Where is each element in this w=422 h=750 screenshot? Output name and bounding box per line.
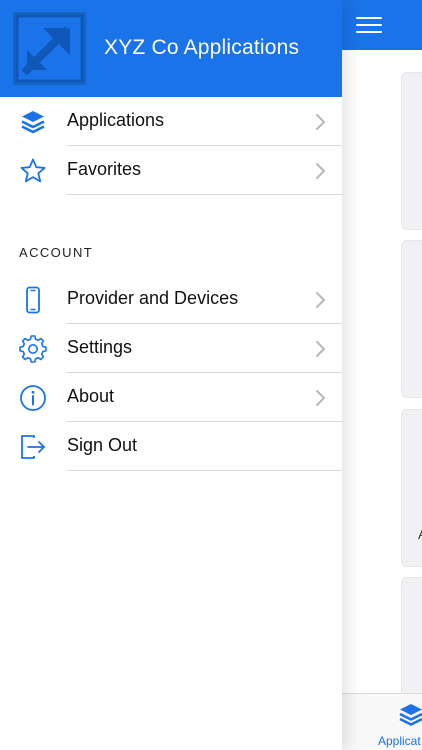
sign-out-icon (21, 435, 45, 459)
side-drawer: XYZ Co Applications Applications Favorit… (0, 0, 342, 750)
layers-icon (399, 704, 422, 726)
menu-item-favorites[interactable]: Favorites (0, 146, 342, 195)
app-logo-icon (13, 12, 86, 85)
star-icon (20, 158, 46, 183)
chevron-right-icon (316, 341, 325, 357)
menu-item-label: About (67, 386, 115, 406)
card-text-fragment: A (418, 526, 422, 542)
chevron-right-icon (316, 292, 325, 308)
menu-item-settings[interactable]: Settings (0, 324, 342, 373)
tab-applications[interactable]: Applicat (375, 700, 422, 748)
application-card[interactable] (401, 409, 422, 567)
chevron-right-icon (316, 163, 325, 179)
hamburger-line (356, 31, 382, 33)
application-card[interactable] (401, 72, 422, 230)
menu-item-label: Sign Out (67, 435, 138, 455)
menu-item-applications[interactable]: Applications (0, 97, 342, 146)
info-icon (20, 385, 46, 411)
menu-item-label: Favorites (67, 159, 142, 179)
chevron-right-icon (316, 114, 325, 130)
menu-item-label: Applications (67, 110, 165, 130)
menu-item-sign-out[interactable]: Sign Out (0, 422, 342, 471)
app-screen: A Applicat XYZ Co Applications (0, 0, 422, 750)
hamburger-menu-button[interactable] (352, 12, 386, 38)
phone-icon (26, 286, 40, 314)
separator (67, 470, 342, 471)
menu-item-provider-and-devices[interactable]: Provider and Devices (0, 275, 342, 324)
app-title: XYZ Co Applications (104, 36, 300, 59)
menu-item-about[interactable]: About (0, 373, 342, 422)
menu-item-label: Provider and Devices (67, 288, 239, 308)
section-label-account: ACCOUNT (19, 245, 94, 260)
drawer-header: XYZ Co Applications (0, 0, 342, 97)
hamburger-line (356, 17, 382, 19)
menu-item-label: Settings (67, 337, 133, 357)
chevron-right-icon (316, 390, 325, 406)
tab-applications-label: Applicat (378, 734, 421, 748)
layers-icon (21, 111, 45, 134)
hamburger-line (356, 24, 382, 26)
application-card[interactable] (401, 240, 422, 398)
separator (67, 194, 342, 195)
gear-icon (19, 335, 47, 363)
